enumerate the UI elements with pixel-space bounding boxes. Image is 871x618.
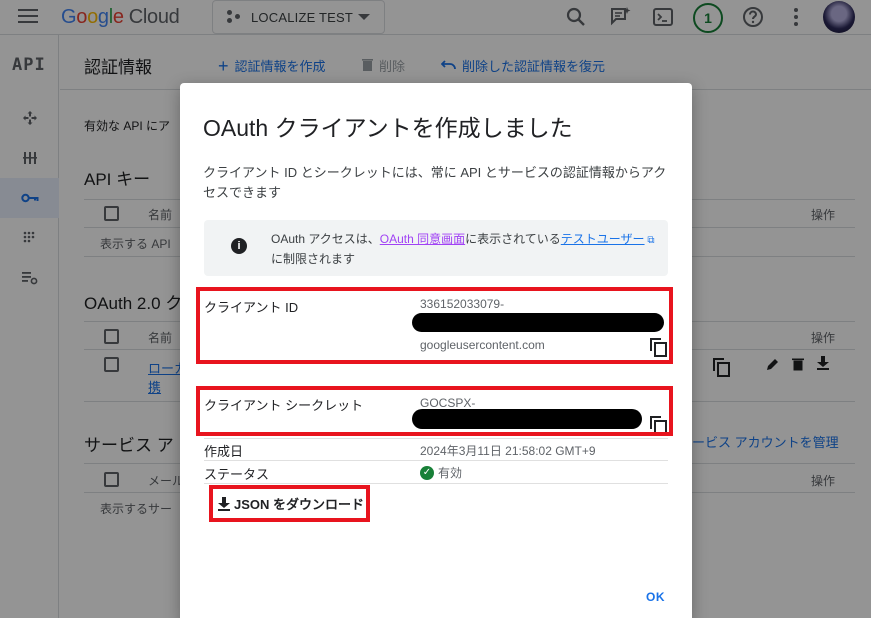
- created-value: 2024年3月11日 21:58:02 GMT+9: [420, 444, 596, 458]
- oauth-created-dialog: OAuth クライアントを作成しました クライアント ID とシークレットには、…: [180, 83, 692, 618]
- test-users-link[interactable]: テストユーザー: [561, 232, 645, 246]
- info-box: i OAuth アクセスは、OAuth 同意画面に表示されているテストユーザー …: [204, 220, 668, 276]
- status-badge: ✓ 有効: [420, 464, 462, 481]
- highlight-box: [196, 287, 673, 364]
- external-link-icon: ⧉: [644, 235, 655, 246]
- check-circle-icon: ✓: [420, 465, 434, 480]
- highlight-box: [196, 386, 673, 436]
- dialog-title: OAuth クライアントを作成しました: [203, 115, 573, 141]
- highlight-box: [209, 485, 370, 522]
- ok-button[interactable]: OK: [646, 590, 665, 604]
- info-icon: i: [231, 238, 247, 254]
- created-label: 作成日: [204, 444, 244, 459]
- info-text: OAuth アクセスは、OAuth 同意画面に表示されているテストユーザー ⧉に…: [271, 232, 655, 266]
- consent-screen-link[interactable]: OAuth 同意画面: [380, 232, 465, 246]
- status-label: ステータス: [204, 467, 270, 482]
- dialog-description: クライアント ID とシークレットには、常に API とサービスの認証情報からア…: [203, 165, 667, 200]
